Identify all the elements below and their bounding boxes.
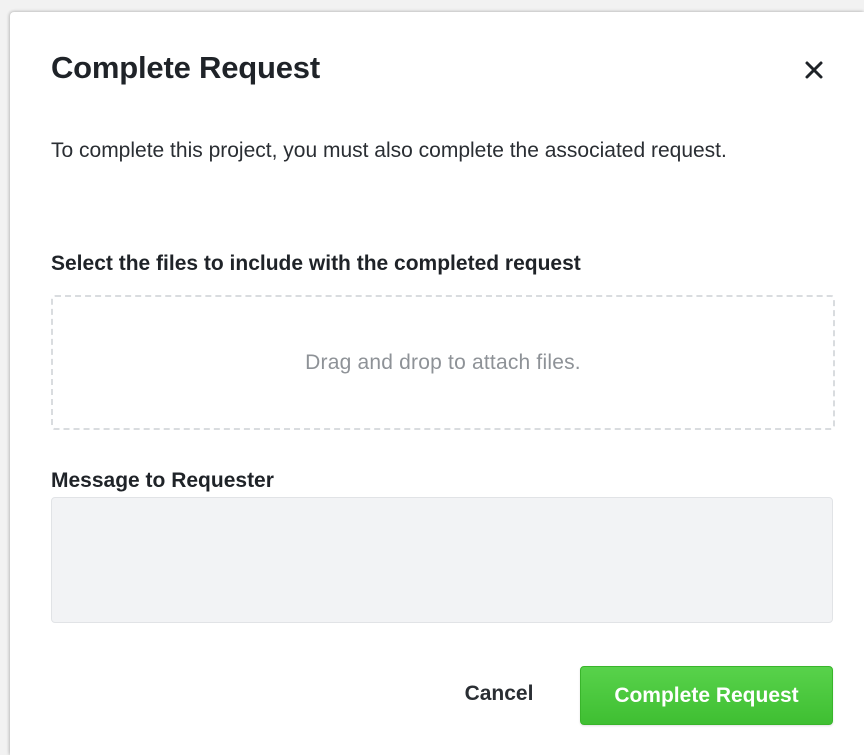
close-button[interactable] [796, 52, 832, 88]
close-icon [805, 61, 823, 79]
message-field-label: Message to Requester [51, 469, 274, 492]
complete-request-button[interactable]: Complete Request [580, 666, 833, 725]
dialog-description: To complete this project, you must also … [51, 139, 727, 162]
dropzone-hint: Drag and drop to attach files. [305, 350, 581, 374]
message-input[interactable] [51, 497, 833, 623]
files-section-label: Select the files to include with the com… [51, 252, 581, 275]
cancel-button[interactable]: Cancel [444, 674, 554, 714]
dialog-title: Complete Request [51, 50, 320, 85]
complete-request-dialog: Complete Request To complete this projec… [10, 12, 864, 755]
file-dropzone[interactable]: Drag and drop to attach files. [51, 295, 835, 430]
